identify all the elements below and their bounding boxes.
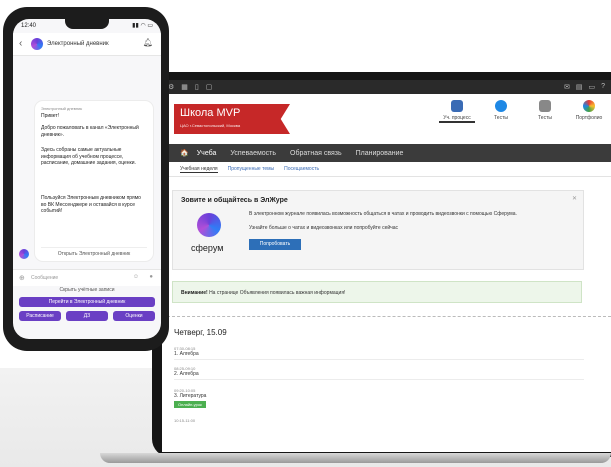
close-icon[interactable]: ✕ [572,195,577,202]
header-icon-row: Уч. процесс Тесты Тесты Портфолио [439,98,607,123]
lesson-row[interactable]: 08:25-09:10 2. Алгебра [174,366,584,380]
lesson-row[interactable]: 07:30-08:15 1. Алгебра [174,346,584,360]
lesson-number: 2. [174,371,179,377]
attach-icon[interactable]: ⊕ [19,274,25,282]
nav-item-study[interactable]: Учеба [197,150,217,157]
avatar[interactable] [31,38,43,50]
tests-tab-2[interactable]: Тесты [527,98,563,123]
message-paragraph: Пользуйся Электронным дневником прямо во… [41,195,141,214]
toolbar-icon[interactable]: ▢ [206,83,213,91]
microphone-icon[interactable]: ● [149,274,153,280]
back-arrow-icon[interactable]: ‹ [19,38,22,49]
nav-item-planning[interactable]: Планирование [356,150,404,157]
card-text: В электронном журнале появилась возможно… [249,211,517,217]
lesson-time: 10:15-11:00 [174,418,196,423]
homework-button[interactable]: ДЗ [66,311,108,321]
hide-accounts-link[interactable]: Скрыть учётные записи [13,287,161,293]
sticker-icon[interactable]: ☺ [133,274,139,280]
toolbar-icon[interactable]: ▯ [195,83,199,91]
header-icon-label: Тесты [494,115,508,121]
lesson-number: 3. [174,393,179,399]
open-diary-button[interactable]: Открыть Электронный дневник [41,247,147,257]
site-header: Школа MVP ЦАО г.Севастопольский, Москва … [162,94,611,144]
notice-text: На странице Объявления появилась важная … [209,290,346,296]
tab-study-week[interactable]: Учебная неделя [180,166,218,173]
lesson-name: Литература [179,393,207,399]
tab-missed-topics[interactable]: Пропущенные темы [228,166,275,172]
learning-process-tab[interactable]: Уч. процесс [439,98,475,123]
globe-icon [495,100,507,112]
chat-icon[interactable]: ▭ [588,83,595,91]
go-to-diary-button[interactable]: Перейти в Электронный дневник [19,297,155,307]
sub-tabs: Учебная неделя Пропущенные темы Посещаем… [162,162,611,177]
sferum-logo-icon [197,213,221,237]
bot-message: Электронный дневник Привет! Добро пожало… [35,101,153,261]
header-icon-label: Портфолио [575,115,603,121]
lesson-name: Алгебра [179,351,199,357]
grades-button[interactable]: Оценки [113,311,155,321]
mail-icon[interactable]: ✉ [564,83,570,91]
sferum-brand: сферум [191,243,224,253]
phone-frame: 12:40 ▮▮ ◠ ▭ ‹ Электронный дневник 🔔︎ Эл… [3,7,169,351]
lesson-name: Алгебра [179,371,199,377]
header-icon-label: Тесты [538,115,552,121]
tab-attendance[interactable]: Посещаемость [284,166,319,172]
bell-icon[interactable]: 🔔︎ [143,38,153,47]
notice-label: Внимание! [181,290,208,296]
message-input[interactable]: Сообщение [31,275,58,281]
message-paragraph: Добро пожаловать в канал «Электронный дн… [41,125,139,138]
signal-battery-icon: ▮▮ ◠ ▭ [132,23,153,29]
document-icon [451,100,463,112]
divider [162,316,611,317]
header-icon-label: Уч. процесс [443,115,471,121]
day-title: Четверг, 15.09 [174,328,227,337]
checklist-icon [539,100,551,112]
home-icon[interactable]: 🏠 [180,149,189,157]
try-button[interactable]: Попробовать [249,239,301,250]
online-lesson-badge[interactable]: Онлайн-урок [174,401,206,408]
nav-item-feedback[interactable]: Обратная связь [290,150,342,157]
lesson-row[interactable]: 09:20-10:05 3. Литература Онлайн-урок [174,388,584,408]
school-logo-banner[interactable]: Школа MVP ЦАО г.Севастопольский, Москва [174,104,290,134]
card-title: Зовите и общайтесь в ЭлЖуре [181,197,288,204]
toolbar-icon[interactable]: ▦ [181,83,188,91]
phone-notch [65,19,109,29]
calendar-icon[interactable]: ▤ [576,83,583,91]
message-sender: Электронный дневник [41,106,83,111]
notice-banner: Внимание! На странице Объявления появила… [172,281,582,303]
bot-avatar [19,249,29,259]
nav-item-grades[interactable]: Успеваемость [230,150,276,157]
browser-toolbar: ⚙ ▦ ▯ ▢ ✉ ▤ ▭ ? [162,80,611,94]
phone-screen: 12:40 ▮▮ ◠ ▭ ‹ Электронный дневник 🔔︎ Эл… [13,19,161,339]
portfolio-icon [583,100,595,112]
main-nav: 🏠 Учеба Успеваемость Обратная связь План… [162,144,611,162]
lesson-number: 1. [174,351,179,357]
help-icon[interactable]: ? [601,83,605,91]
message-greeting: Привет! [41,113,60,119]
message-paragraph: Здесь собраны самые актуальные информаци… [41,147,136,166]
sferum-promo-card: Зовите и общайтесь в ЭлЖуре ✕ сферум В э… [172,190,584,270]
status-time: 12:40 [21,23,37,29]
chat-title[interactable]: Электронный дневник [47,41,109,47]
laptop-display: ⚙ ▦ ▯ ▢ ✉ ▤ ▭ ? Школа MVP ЦАО г.Севастоп… [162,80,611,452]
laptop-base [100,453,611,463]
schedule-button[interactable]: Расписание [19,311,61,321]
lesson-row[interactable]: 10:15-11:00 [174,418,584,423]
portfolio-tab[interactable]: Портфолио [571,98,607,123]
school-name: Школа MVP [180,107,241,119]
compose-bar: ⊕ Сообщение ☺ ● [13,269,161,286]
card-text-more: Узнайте больше о чатах и видеозвонках ил… [249,225,399,231]
chat-header: ‹ Электронный дневник 🔔︎ [13,33,161,56]
school-subtitle: ЦАО г.Севастопольский, Москва [180,123,241,128]
tests-tab[interactable]: Тесты [483,98,519,123]
